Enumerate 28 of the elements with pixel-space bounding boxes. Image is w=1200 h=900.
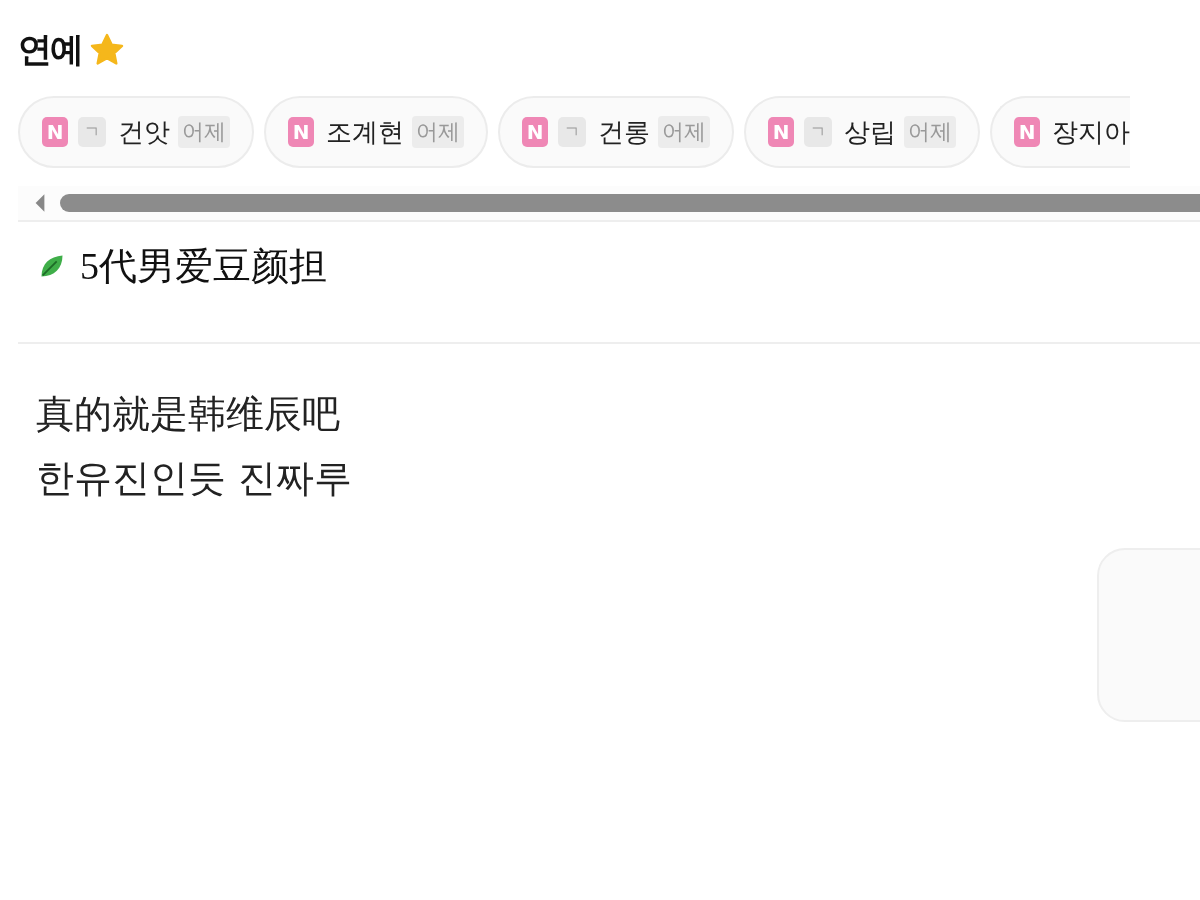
mark-badge: ㄱ xyxy=(558,117,586,147)
chip-label: 건앗 xyxy=(118,115,170,149)
mark-badge: ㄱ xyxy=(78,117,106,147)
new-badge: N xyxy=(522,117,548,147)
new-badge: N xyxy=(768,117,794,147)
post-title: 5代男爱豆颜担 xyxy=(80,243,327,289)
chip-label: 상립 xyxy=(844,115,896,149)
new-badge: N xyxy=(1014,117,1040,147)
keyword-chip[interactable]: N 장지아 xyxy=(990,96,1130,168)
scroll-left-icon[interactable] xyxy=(34,192,46,214)
keyword-chip[interactable]: N ㄱ 건앗 어제 xyxy=(18,96,254,168)
new-badge: N xyxy=(42,117,68,147)
date-tag: 어제 xyxy=(904,116,956,148)
chip-label: 조계현 xyxy=(326,115,404,149)
date-tag: 어제 xyxy=(412,116,464,148)
date-tag: 어제 xyxy=(658,116,710,148)
keyword-chip[interactable]: N 조계현 어제 xyxy=(264,96,488,168)
new-badge: N xyxy=(288,117,314,147)
post-text: 真的就是韩维辰吧 xyxy=(36,392,341,437)
scrollbar-thumb[interactable] xyxy=(60,194,1200,212)
date-tag: 어제 xyxy=(178,116,230,148)
section-title: 연예 xyxy=(18,28,82,71)
keyword-chip[interactable]: N ㄱ 건롱 어제 xyxy=(498,96,734,168)
chip-label: 건롱 xyxy=(598,115,650,149)
post-text: 한유진인듯 진짜루 xyxy=(36,455,354,502)
keyword-chip[interactable]: N ㄱ 상립 어제 xyxy=(744,96,980,168)
mark-badge: ㄱ xyxy=(804,117,832,147)
chip-label: 장지아 xyxy=(1052,115,1130,149)
